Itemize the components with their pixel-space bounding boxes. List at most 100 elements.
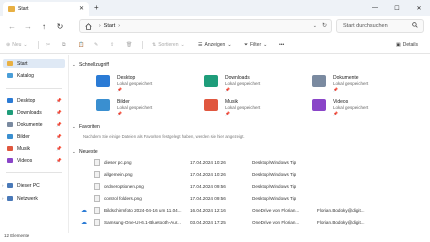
table-row[interactable]: ordneroptionen.png 17.04.2024 09:56 Desk… [69, 182, 430, 192]
quick-item-musik[interactable]: Musik Lokal gespeichert 📌 [204, 99, 299, 119]
command-bar: ⊕ Neu ⌄ ✂ ⧉ 📋 ✎ ⇪ 🗑 ⇅ Sortieren ⌄ ☰ Anze… [0, 36, 430, 54]
breadcrumb-start[interactable]: Start [104, 23, 116, 29]
sidebar-divider [6, 172, 62, 173]
pin-icon: 📌 [225, 87, 230, 92]
refresh-button[interactable]: ↻ [52, 22, 68, 31]
sidebar-item-katalog[interactable]: Katalog [3, 71, 65, 80]
sidebar-item-label: Katalog [17, 72, 34, 79]
sidebar-item-desktop[interactable]: Desktop 📌 [3, 96, 65, 105]
file-owner: Florian.Bodoky@digit... [317, 208, 365, 213]
sidebar-divider [6, 88, 62, 89]
cloud-icon: ☁ [81, 208, 87, 214]
favorites-empty-hint: Nachdem Sie einige Dateien als Favoriten… [83, 134, 245, 139]
quick-item-status: Lokal gespeichert [117, 81, 153, 86]
image-file-icon [94, 159, 100, 166]
file-location: Desktop\Windows Tip [252, 160, 297, 165]
new-button[interactable]: ⊕ Neu ⌄ [6, 40, 28, 50]
chevron-down-icon[interactable]: ⌄ [313, 23, 317, 29]
sidebar-item-dokumente[interactable]: Dokumente 📌 [3, 120, 65, 129]
view-icon: ☰ [198, 42, 203, 48]
quick-item-downloads[interactable]: Downloads Lokal gespeichert 📌 [204, 75, 299, 95]
videos-icon [7, 158, 13, 163]
file-date: 17.04.2024 09:56 [190, 184, 226, 189]
section-title: Schnellzugriff [79, 62, 109, 68]
details-pane-icon: ▣ [396, 42, 401, 48]
image-file-icon [94, 207, 100, 214]
chevron-right-icon[interactable]: › [2, 183, 4, 188]
home-folder-icon [7, 61, 13, 66]
pin-icon[interactable]: 📌 [56, 98, 62, 104]
quick-item-bilder[interactable]: Bilder Lokal gespeichert 📌 [96, 99, 191, 119]
pin-icon[interactable]: 📌 [56, 134, 62, 140]
view-label: Anzeigen [204, 42, 226, 48]
pin-icon[interactable]: 📌 [56, 146, 62, 152]
image-file-icon [94, 219, 100, 226]
pin-icon: 📌 [333, 111, 338, 116]
quick-access-header[interactable]: ⌄ Schnellzugriff [72, 62, 109, 68]
sort-label: Sortieren [158, 42, 179, 48]
filter-button[interactable]: ⏷ Filter ⌄ [244, 40, 267, 50]
file-owner: Florian.Bodoky@digit... [317, 220, 365, 225]
delete-icon[interactable]: 🗑 [126, 40, 132, 50]
share-icon[interactable]: ⇪ [110, 40, 114, 50]
cut-icon[interactable]: ✂ [46, 40, 50, 50]
quick-item-dokumente[interactable]: Dokumente Lokal gespeichert 📌 [312, 75, 407, 95]
image-file-icon [94, 171, 100, 178]
pictures-icon [96, 99, 110, 111]
tab-title: Start [18, 6, 29, 12]
forward-button[interactable]: → [20, 22, 36, 31]
table-row[interactable]: allgemein.png 17.04.2024 10:26 Desktop\W… [69, 170, 430, 180]
downloads-icon [204, 75, 218, 87]
table-row[interactable]: ☁ Bildschirmfoto 2024-04-16 um 11.04... … [69, 206, 430, 216]
file-date: 17.04.2024 10:26 [190, 160, 226, 165]
new-tab-button[interactable]: + [94, 3, 99, 12]
quick-item-videos[interactable]: Videos Lokal gespeichert 📌 [312, 99, 407, 119]
chevron-down-icon: ⌄ [72, 149, 76, 154]
sort-button[interactable]: ⇅ Sortieren ⌄ [152, 40, 185, 50]
network-icon [7, 196, 13, 201]
table-row[interactable]: dieser pc.png 17.04.2024 10:26 Desktop\W… [69, 158, 430, 168]
pin-icon[interactable]: 📌 [56, 158, 62, 164]
maximize-button[interactable]: ☐ [386, 0, 408, 16]
sidebar-item-start[interactable]: Start [3, 59, 65, 68]
back-button[interactable]: ← [4, 22, 20, 31]
sidebar-item-downloads[interactable]: Downloads 📌 [3, 108, 65, 117]
address-bar[interactable]: › Start › ⌄ ↻ [79, 19, 332, 33]
desktop-icon [7, 98, 13, 103]
favorites-header[interactable]: ⌄ Favoriten [72, 124, 100, 130]
table-row[interactable]: ☁ Samsung-One-UI-6.1-Bluetooth-Aur... 03… [69, 218, 430, 228]
home-icon [85, 22, 92, 30]
videos-icon [312, 99, 326, 111]
sidebar-item-dieser-pc[interactable]: › Dieser PC [2, 181, 65, 190]
rename-icon[interactable]: ✎ [94, 40, 98, 50]
close-tab-icon[interactable]: ✕ [79, 5, 84, 12]
more-options-button[interactable]: ••• [279, 40, 284, 50]
sidebar-item-bilder[interactable]: Bilder 📌 [3, 132, 65, 141]
quick-item-desktop[interactable]: Desktop Lokal gespeichert 📌 [96, 75, 191, 95]
sidebar-item-videos[interactable]: Videos 📌 [3, 156, 65, 165]
minimize-button[interactable]: — [364, 0, 386, 16]
sidebar-item-musik[interactable]: Musik 📌 [3, 144, 65, 153]
sidebar-item-netzwerk[interactable]: › Netzwerk [2, 194, 65, 203]
pin-icon[interactable]: 📌 [56, 110, 62, 116]
view-button[interactable]: ☰ Anzeigen ⌄ [198, 40, 232, 50]
up-button[interactable]: ↑ [36, 22, 52, 31]
chevron-right-icon[interactable]: › [2, 196, 4, 201]
recent-header[interactable]: ⌄ Neueste [72, 149, 98, 155]
details-button[interactable]: ▣ Details [396, 40, 418, 50]
refresh-icon[interactable]: ↻ [322, 22, 327, 29]
copy-icon[interactable]: ⧉ [62, 40, 66, 50]
quick-item-status: Lokal gespeichert [333, 81, 369, 86]
breadcrumb-separator: › [99, 23, 101, 29]
sort-icon: ⇅ [152, 42, 157, 48]
file-name: Bildschirmfoto 2024-04-16 um 11.04... [104, 208, 182, 213]
pin-icon[interactable]: 📌 [56, 122, 62, 128]
paste-icon[interactable]: 📋 [78, 40, 84, 50]
close-window-button[interactable]: ✕ [408, 0, 430, 16]
search-input[interactable]: Start durchsuchen [336, 19, 424, 33]
image-file-icon [94, 195, 100, 202]
details-label: Details [402, 42, 419, 48]
sidebar-item-label: Desktop [17, 97, 36, 104]
tab-start[interactable]: Start ✕ [3, 2, 89, 16]
table-row[interactable]: control folders.png 17.04.2024 09:56 Des… [69, 194, 430, 204]
